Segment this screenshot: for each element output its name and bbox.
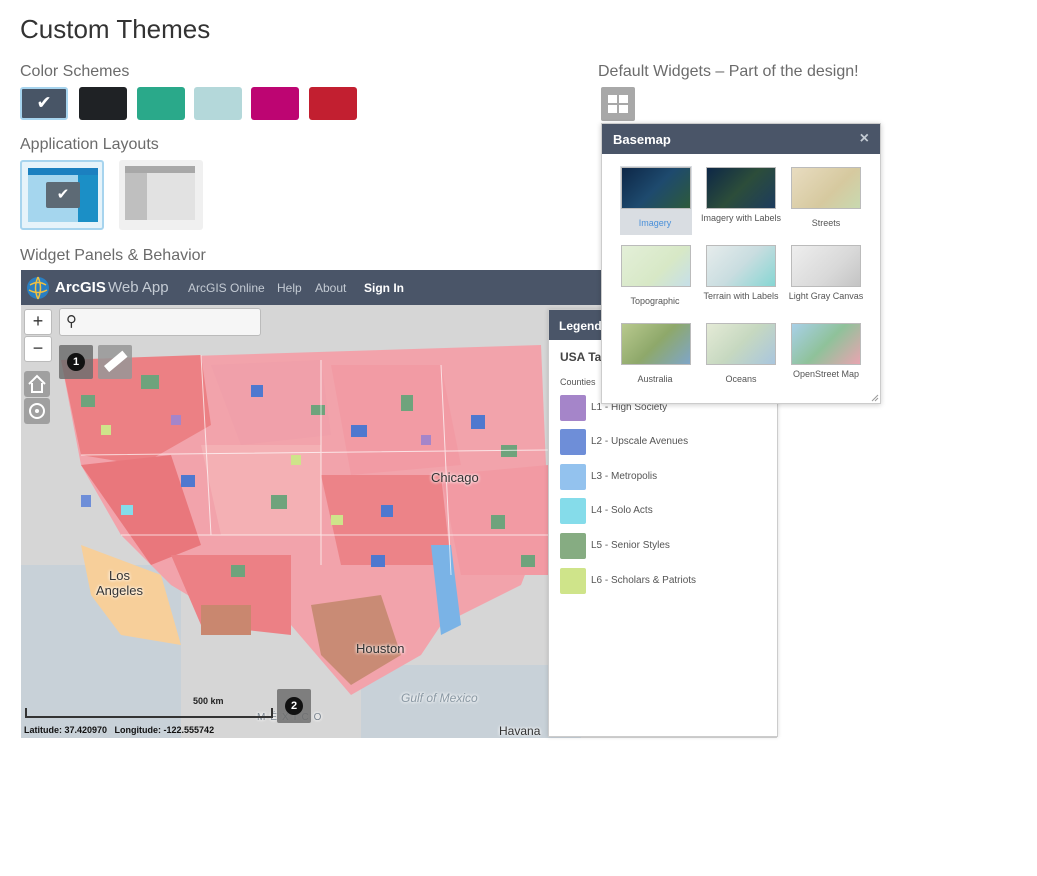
legend-item: L4 - Solo Acts xyxy=(560,498,770,524)
coordinate-readout: Latitude: 37.420970 Longitude: -122.5557… xyxy=(24,725,215,735)
basemap-thumb-terrain[interactable] xyxy=(706,245,776,287)
app-brand: ArcGIS xyxy=(55,279,106,296)
basemap-gallery-panel: Basemap × Imagery Imagery with Labels St… xyxy=(601,123,881,404)
basemap-label: Imagery xyxy=(638,218,672,228)
legend-item: L6 - Scholars & Patriots xyxy=(560,568,770,594)
app-brand-sub: Web App xyxy=(108,279,169,296)
basemap-thumb-oceans[interactable] xyxy=(706,323,776,365)
legend-item: L5 - Senior Styles xyxy=(560,533,770,559)
legend-swatch xyxy=(560,429,586,455)
application-layouts-label: Application Layouts xyxy=(20,136,159,153)
grid-icon xyxy=(608,95,628,113)
city-label-los-angeles: Los Angeles xyxy=(96,568,143,598)
color-swatch-3[interactable] xyxy=(137,87,185,120)
scale-bar xyxy=(25,708,273,718)
widget-panels-label: Widget Panels & Behavior xyxy=(20,247,206,264)
layout-option-1[interactable]: ✔ xyxy=(20,160,104,230)
basemap-label: Imagery with Labels xyxy=(700,213,782,223)
basemap-label: Australia xyxy=(637,374,673,384)
color-swatch-2[interactable] xyxy=(79,87,127,120)
basemap-thumb-openstreetmap[interactable] xyxy=(791,323,861,365)
basemap-title: Basemap xyxy=(613,132,671,147)
basemap-label: Oceans xyxy=(725,374,757,384)
city-label-chicago: Chicago xyxy=(431,470,479,485)
legend-swatch xyxy=(560,395,586,421)
color-swatch-5[interactable] xyxy=(251,87,299,120)
legend-sublabel: Counties xyxy=(560,377,596,387)
widget-placeholder-1[interactable]: 1 xyxy=(59,345,93,379)
widget-placeholder-2[interactable]: 2 xyxy=(277,689,311,723)
zoom-in-button[interactable]: + xyxy=(24,309,52,335)
ruler-icon xyxy=(104,350,128,373)
legend-title: Legend xyxy=(559,319,602,333)
check-icon: ✔ xyxy=(46,182,80,208)
label-gulf-of-mexico: Gulf of Mexico xyxy=(401,691,478,705)
label-havana: Havana xyxy=(499,724,541,738)
resize-handle-icon[interactable] xyxy=(871,394,879,402)
basemap-thumb-topographic[interactable] xyxy=(621,245,691,287)
page-title: Custom Themes xyxy=(20,14,211,44)
nav-about[interactable]: About xyxy=(315,281,346,295)
basemap-label: Light Gray Canvas xyxy=(788,291,864,301)
home-button[interactable] xyxy=(24,371,50,397)
basemap-thumb-imagery-labels[interactable] xyxy=(706,167,776,209)
close-icon[interactable]: × xyxy=(860,130,869,148)
basemap-label: OpenStreet Map xyxy=(792,369,860,379)
basemap-thumb-australia[interactable] xyxy=(621,323,691,365)
locate-button[interactable] xyxy=(24,398,50,424)
legend-item: L3 - Metropolis xyxy=(560,464,770,490)
layout-option-2[interactable] xyxy=(119,160,203,230)
legend-swatch xyxy=(560,533,586,559)
color-swatch-1[interactable]: ✔ xyxy=(20,87,68,120)
legend-swatch xyxy=(560,498,586,524)
basemap-widget-button[interactable] xyxy=(601,87,635,121)
zoom-out-button[interactable]: − xyxy=(24,336,52,362)
color-swatch-4[interactable] xyxy=(194,87,242,120)
nav-help[interactable]: Help xyxy=(277,281,302,295)
legend-item-label: L2 - Upscale Avenues xyxy=(591,436,689,447)
scale-label: 500 km xyxy=(193,696,224,706)
basemap-label: Streets xyxy=(811,218,841,228)
legend-item-label: L5 - Senior Styles xyxy=(591,540,670,551)
city-label-houston: Houston xyxy=(356,641,405,656)
basemap-thumb-light-gray[interactable] xyxy=(791,245,861,287)
basemap-label: Topographic xyxy=(630,296,680,306)
badge-2: 2 xyxy=(285,697,303,715)
nav-sign-in[interactable]: Sign In xyxy=(364,281,404,295)
check-icon: ✔ xyxy=(36,91,52,112)
legend-item-label: L6 - Scholars & Patriots xyxy=(591,575,697,586)
basemap-thumb-imagery[interactable] xyxy=(621,167,691,209)
measure-button[interactable] xyxy=(98,345,132,379)
basemap-header: Basemap × xyxy=(602,124,880,154)
search-icon: ⚲ xyxy=(66,313,77,330)
color-swatch-6[interactable] xyxy=(309,87,357,120)
basemap-thumb-streets[interactable] xyxy=(791,167,861,209)
legend-swatch xyxy=(560,568,586,594)
nav-arcgis-online[interactable]: ArcGIS Online xyxy=(188,281,265,295)
search-input[interactable]: ⚲ xyxy=(59,308,261,336)
globe-icon xyxy=(27,276,49,300)
legend-swatch xyxy=(560,464,586,490)
basemap-label: Terrain with Labels xyxy=(703,291,779,301)
home-icon xyxy=(28,374,46,393)
legend-item-label: L4 - Solo Acts xyxy=(591,505,653,516)
color-schemes-label: Color Schemes xyxy=(20,63,130,80)
legend-item-label: L3 - Metropolis xyxy=(591,471,658,482)
legend-item: L2 - Upscale Avenues xyxy=(560,429,770,455)
locate-icon xyxy=(29,403,45,419)
badge-1: 1 xyxy=(67,353,85,371)
default-widgets-label: Default Widgets – Part of the design! xyxy=(598,63,859,80)
